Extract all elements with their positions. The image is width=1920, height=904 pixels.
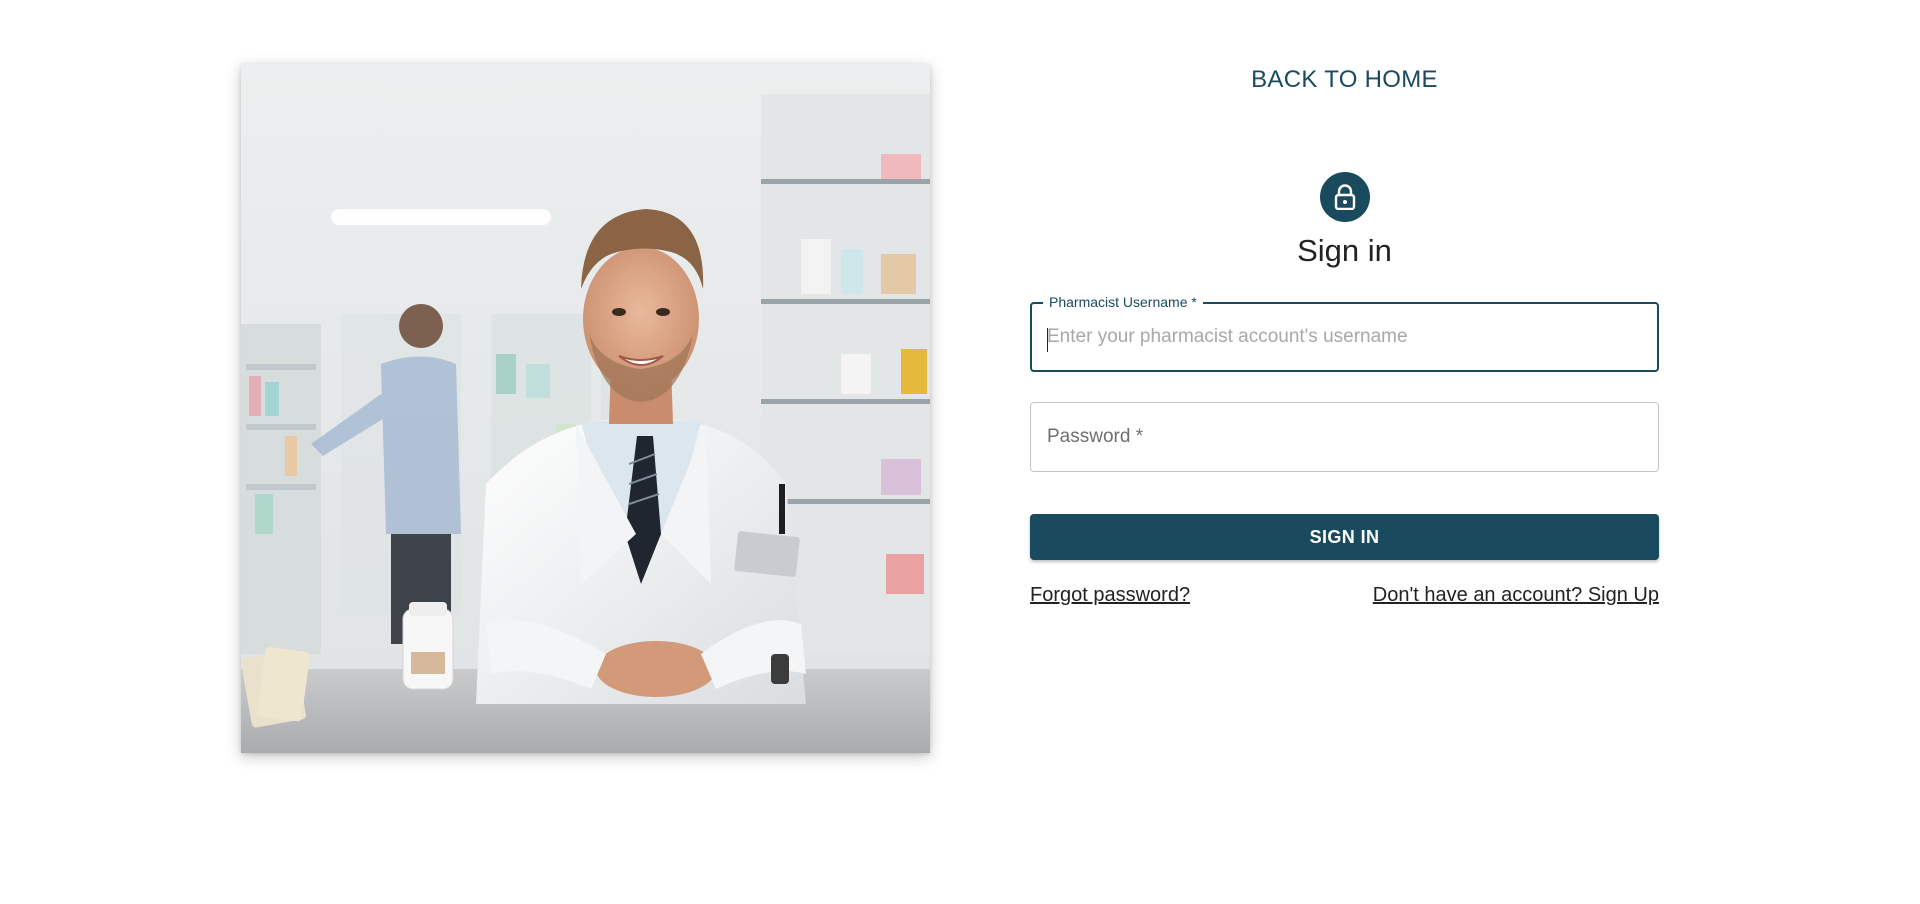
password-field[interactable] — [1030, 402, 1659, 472]
username-input[interactable] — [1047, 304, 1637, 370]
pharmacist-photo — [241, 64, 930, 753]
hero-image — [241, 64, 930, 753]
lock-avatar — [1320, 172, 1370, 222]
sign-up-link[interactable]: Don't have an account? Sign Up — [1373, 584, 1659, 607]
sign-in-button[interactable]: SIGN IN — [1030, 514, 1659, 560]
back-to-home-link[interactable]: BACK TO HOME — [1030, 66, 1659, 94]
username-field[interactable]: Pharmacist Username * — [1030, 293, 1659, 372]
lock-icon — [1334, 184, 1356, 210]
forgot-password-link[interactable]: Forgot password? — [1030, 584, 1190, 607]
password-input[interactable] — [1047, 403, 1637, 471]
login-page: BACK TO HOME Sign in Pharmacist Username… — [0, 0, 1920, 904]
page-title: Sign in — [1297, 233, 1392, 268]
text-cursor — [1047, 328, 1048, 352]
